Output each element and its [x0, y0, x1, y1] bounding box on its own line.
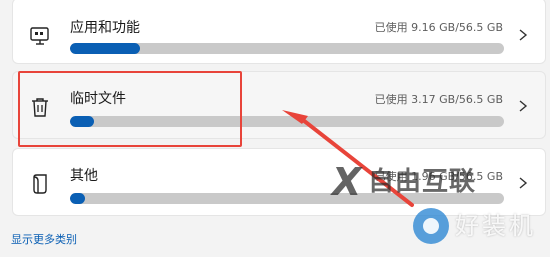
watermark-text-2: 好装机: [455, 212, 536, 240]
usage-bar-fill: [70, 43, 141, 54]
usage-bar-fill: [70, 116, 95, 127]
category-title: 临时文件: [70, 91, 126, 107]
category-title: 其他: [70, 168, 98, 184]
trash-icon: [32, 98, 48, 117]
category-card-apps[interactable]: 应用和功能 已使用 9.16 GB/56.5 GB: [12, 0, 546, 64]
chevron-right-icon[interactable]: [516, 175, 530, 191]
show-more-categories-link[interactable]: 显示更多类别: [11, 233, 77, 247]
document-icon: [33, 174, 47, 194]
usage-bar-fill: [70, 193, 86, 204]
category-card-temp-files[interactable]: 临时文件 已使用 3.17 GB/56.5 GB: [12, 71, 546, 139]
apps-icon: [30, 27, 49, 45]
usage-bar: [70, 116, 504, 127]
chevron-right-icon[interactable]: [516, 27, 530, 43]
watermark-logo-icon: [413, 208, 449, 244]
chevron-right-icon[interactable]: [516, 98, 530, 114]
watermark-text: 自由互联: [368, 167, 477, 197]
watermark-mark: X: [332, 160, 362, 204]
category-title: 应用和功能: [70, 20, 140, 36]
usage-bar: [70, 43, 504, 54]
category-usage: 已使用 3.17 GB/56.5 GB: [374, 93, 503, 106]
category-usage: 已使用 9.16 GB/56.5 GB: [374, 21, 503, 34]
